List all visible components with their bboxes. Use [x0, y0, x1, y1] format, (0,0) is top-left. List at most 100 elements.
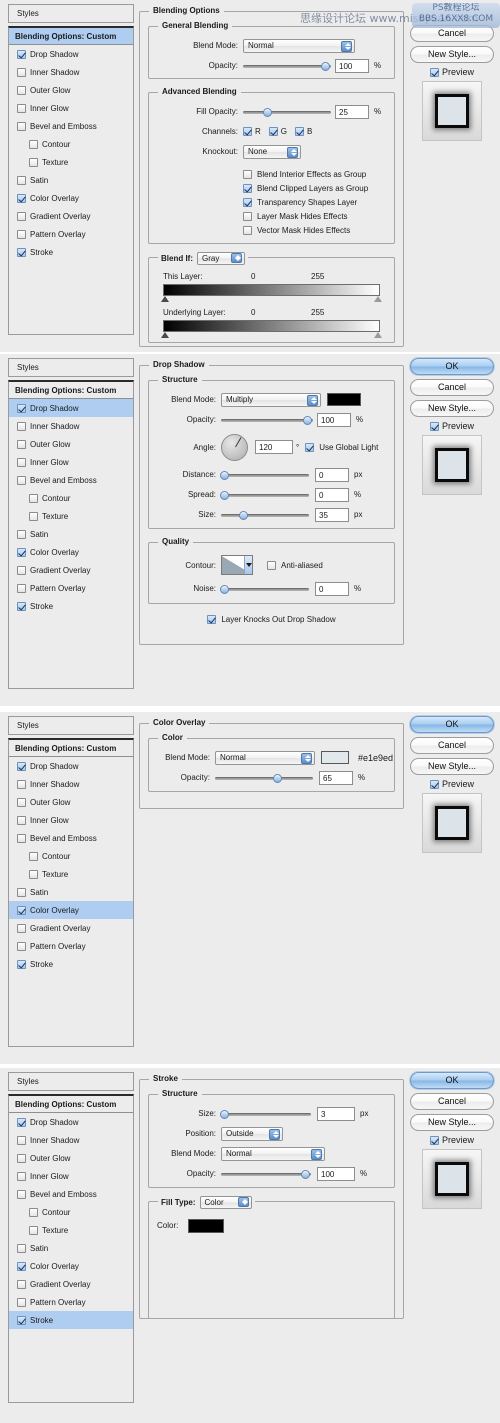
sidebar-item-contour[interactable]: Contour: [9, 847, 133, 865]
outer-glow-checkbox[interactable]: [17, 85, 26, 95]
layer-mask-hides-effects-row[interactable]: Layer Mask Hides Effects: [243, 210, 386, 223]
sidebar-item-stroke[interactable]: Stroke: [9, 243, 133, 261]
sidebar-item-outer-glow[interactable]: Outer Glow: [9, 793, 133, 811]
texture-checkbox[interactable]: [29, 511, 38, 521]
blend-interior-effects-checkbox[interactable]: [243, 170, 252, 179]
bevel-and-emboss-checkbox[interactable]: [17, 833, 26, 843]
sidebar-item-contour[interactable]: Contour: [9, 135, 133, 153]
drop-shadow-checkbox[interactable]: [17, 1117, 26, 1127]
preview-row[interactable]: Preview: [408, 779, 496, 789]
blend-if-select[interactable]: Gray: [197, 252, 245, 265]
noise-input[interactable]: 0: [315, 581, 349, 596]
distance-input[interactable]: 0: [315, 467, 349, 482]
preview-row[interactable]: Preview: [408, 67, 496, 77]
underlying-layer-black-stop[interactable]: [161, 332, 169, 338]
contour-checkbox[interactable]: [29, 493, 38, 503]
sidebar-item-stroke[interactable]: Stroke: [9, 597, 133, 615]
sidebar-item-bevel-and-emboss[interactable]: Bevel and Emboss: [9, 1185, 133, 1203]
channel-b-checkbox[interactable]: [295, 127, 305, 136]
ok-button[interactable]: OK: [410, 716, 494, 733]
sidebar-item-drop-shadow[interactable]: Drop Shadow: [9, 45, 133, 63]
stroke-checkbox[interactable]: [17, 601, 26, 611]
new-style-button[interactable]: New Style...: [410, 400, 494, 417]
opacity-slider[interactable]: [221, 413, 313, 427]
sidebar-item-contour[interactable]: Contour: [9, 1203, 133, 1221]
opacity-input[interactable]: 100: [335, 58, 369, 73]
sidebar-item-gradient-overlay[interactable]: Gradient Overlay: [9, 919, 133, 937]
sidebar-item-inner-glow[interactable]: Inner Glow: [9, 1167, 133, 1185]
slider-knob[interactable]: [220, 490, 229, 500]
layer-knocks-out-row[interactable]: Layer Knocks Out Drop Shadow: [148, 612, 395, 627]
use-global-light-checkbox[interactable]: [305, 442, 315, 452]
styles-list[interactable]: Blending Options: Custom Drop Shadow Inn…: [8, 26, 134, 335]
cancel-button[interactable]: Cancel: [410, 379, 494, 396]
stroke-checkbox[interactable]: [17, 959, 26, 969]
pattern-overlay-checkbox[interactable]: [17, 1297, 26, 1307]
inner-glow-checkbox[interactable]: [17, 103, 26, 113]
sidebar-item-gradient-overlay[interactable]: Gradient Overlay: [9, 1275, 133, 1293]
inner-shadow-checkbox[interactable]: [17, 1135, 26, 1145]
sidebar-item-blending-options[interactable]: Blending Options: Custom: [9, 1096, 133, 1113]
blend-clipped-layers-checkbox[interactable]: [243, 184, 252, 193]
opacity-slider[interactable]: [221, 1167, 311, 1181]
sidebar-item-outer-glow[interactable]: Outer Glow: [9, 81, 133, 99]
slider-knob[interactable]: [239, 510, 248, 520]
blend-mode-select[interactable]: Multiply: [221, 392, 321, 407]
preview-row[interactable]: Preview: [408, 421, 496, 431]
styles-list[interactable]: Blending Options: Custom Drop Shadow Inn…: [8, 738, 134, 1047]
overlay-color-swatch[interactable]: [321, 751, 349, 764]
size-input[interactable]: 3: [317, 1106, 355, 1121]
sidebar-item-inner-shadow[interactable]: Inner Shadow: [9, 1131, 133, 1149]
texture-checkbox[interactable]: [29, 1225, 38, 1235]
color-overlay-checkbox[interactable]: [17, 547, 26, 557]
this-layer-white-stop[interactable]: [374, 296, 382, 302]
this-layer-black-stop[interactable]: [161, 296, 169, 302]
sidebar-item-satin[interactable]: Satin: [9, 1239, 133, 1257]
bevel-and-emboss-checkbox[interactable]: [17, 121, 26, 131]
stroke-checkbox[interactable]: [17, 247, 26, 257]
sidebar-item-blending-options[interactable]: Blending Options: Custom: [9, 740, 133, 757]
contour-checkbox[interactable]: [29, 851, 38, 861]
transparency-shapes-layer-checkbox[interactable]: [243, 198, 252, 207]
color-overlay-checkbox[interactable]: [17, 1261, 26, 1271]
preview-row[interactable]: Preview: [408, 1135, 496, 1145]
sidebar-item-inner-shadow[interactable]: Inner Shadow: [9, 417, 133, 435]
sidebar-item-drop-shadow[interactable]: Drop Shadow: [9, 399, 133, 417]
sidebar-item-texture[interactable]: Texture: [9, 153, 133, 171]
sidebar-item-satin[interactable]: Satin: [9, 171, 133, 189]
size-input[interactable]: 35: [315, 507, 349, 522]
styles-list[interactable]: Blending Options: Custom Drop Shadow Inn…: [8, 380, 134, 689]
preview-checkbox[interactable]: [429, 421, 439, 431]
sidebar-item-gradient-overlay[interactable]: Gradient Overlay: [9, 207, 133, 225]
slider-knob[interactable]: [321, 61, 330, 71]
sidebar-item-color-overlay[interactable]: Color Overlay: [9, 543, 133, 561]
sidebar-item-inner-glow[interactable]: Inner Glow: [9, 453, 133, 471]
new-style-button[interactable]: New Style...: [410, 46, 494, 63]
sidebar-item-drop-shadow[interactable]: Drop Shadow: [9, 757, 133, 775]
shadow-color-swatch[interactable]: [327, 393, 361, 406]
gradient-overlay-checkbox[interactable]: [17, 211, 26, 221]
blend-interior-effects-row[interactable]: Blend Interior Effects as Group: [243, 168, 386, 181]
sidebar-item-inner-glow[interactable]: Inner Glow: [9, 811, 133, 829]
this-layer-slider[interactable]: [161, 284, 382, 302]
spread-input[interactable]: 0: [315, 487, 349, 502]
satin-checkbox[interactable]: [17, 175, 26, 185]
new-style-button[interactable]: New Style...: [410, 1114, 494, 1131]
size-slider[interactable]: [221, 508, 309, 522]
fill-opacity-slider[interactable]: [243, 105, 331, 119]
sidebar-item-color-overlay[interactable]: Color Overlay: [9, 901, 133, 919]
sidebar-item-texture[interactable]: Texture: [9, 865, 133, 883]
cancel-button[interactable]: Cancel: [410, 1093, 494, 1110]
sidebar-item-pattern-overlay[interactable]: Pattern Overlay: [9, 225, 133, 243]
opacity-input[interactable]: 100: [317, 1166, 355, 1181]
underlying-layer-slider[interactable]: [161, 320, 382, 338]
angle-dial[interactable]: [221, 433, 248, 461]
gradient-overlay-checkbox[interactable]: [17, 565, 26, 575]
sidebar-item-color-overlay[interactable]: Color Overlay: [9, 189, 133, 207]
sidebar-item-blending-options[interactable]: Blending Options: Custom: [9, 382, 133, 399]
outer-glow-checkbox[interactable]: [17, 439, 26, 449]
sidebar-item-outer-glow[interactable]: Outer Glow: [9, 435, 133, 453]
sidebar-item-pattern-overlay[interactable]: Pattern Overlay: [9, 1293, 133, 1311]
satin-checkbox[interactable]: [17, 1243, 26, 1253]
inner-shadow-checkbox[interactable]: [17, 779, 26, 789]
